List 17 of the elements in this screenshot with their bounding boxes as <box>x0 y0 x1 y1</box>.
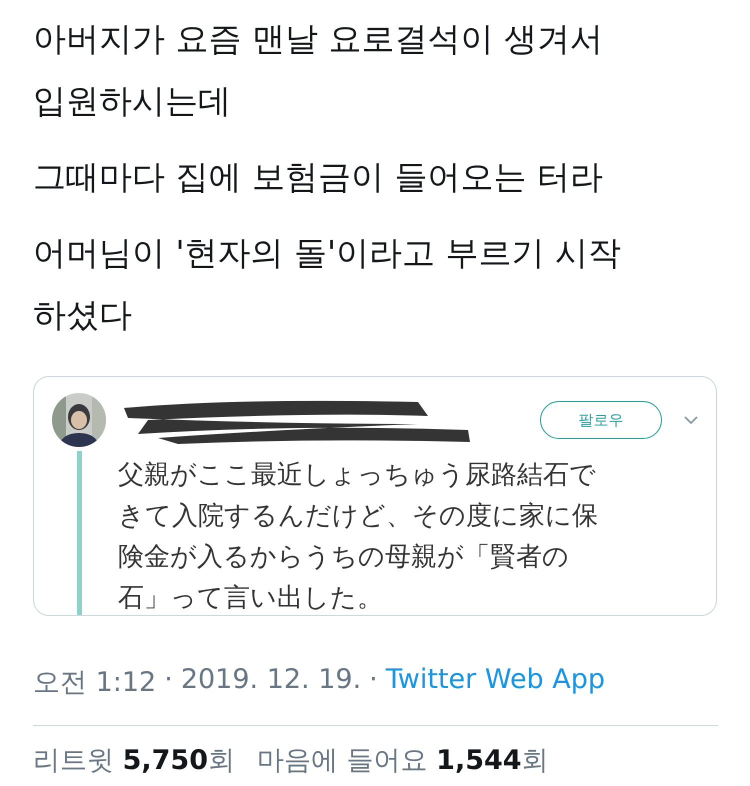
quoted-tweet-text: 険金が入るからうちの母親が「賢者の <box>118 541 570 574</box>
tweet-time: 오전 1:12 <box>33 666 156 700</box>
tweet-text: 입원하시는데 <box>33 80 232 122</box>
separator-dot: · <box>164 664 173 697</box>
tweet-text: 하셨다 <box>33 294 133 336</box>
separator-dot: · <box>369 664 378 697</box>
quoted-tweet-text: 石」って言い出した。 <box>118 582 384 615</box>
engagement-count[interactable]: 마음에 들어요 1,544회 <box>257 742 549 778</box>
chevron-down-icon[interactable] <box>684 416 698 424</box>
tweet-text: 어머님이 '현자의 돌'이라고 부르기 시작 <box>33 232 622 274</box>
tweet-text: 아버지가 요즘 맨날 요로결석이 생겨서 <box>33 18 604 60</box>
quoted-tweet-text: 父親がここ最近しょっちゅう尿路結石で <box>118 459 597 492</box>
engagement-count[interactable]: 리트윗 5,750회 <box>33 742 235 778</box>
quoted-tweet-text: きて入院するんだけど、その度に家に保 <box>118 500 598 533</box>
tweet-date: 2019. 12. 19. <box>180 664 362 697</box>
embedded-image[interactable]: 팔로우 父親がここ最近しょっちゅう尿路結石で きて入院するんだけど、その度に家に保 険金が入るからうちの母親が「賢者の 石」って言い出した。 <box>33 376 717 616</box>
tweet-text: 그때마다 집에 보험금이 들어오는 터라 <box>33 156 604 198</box>
